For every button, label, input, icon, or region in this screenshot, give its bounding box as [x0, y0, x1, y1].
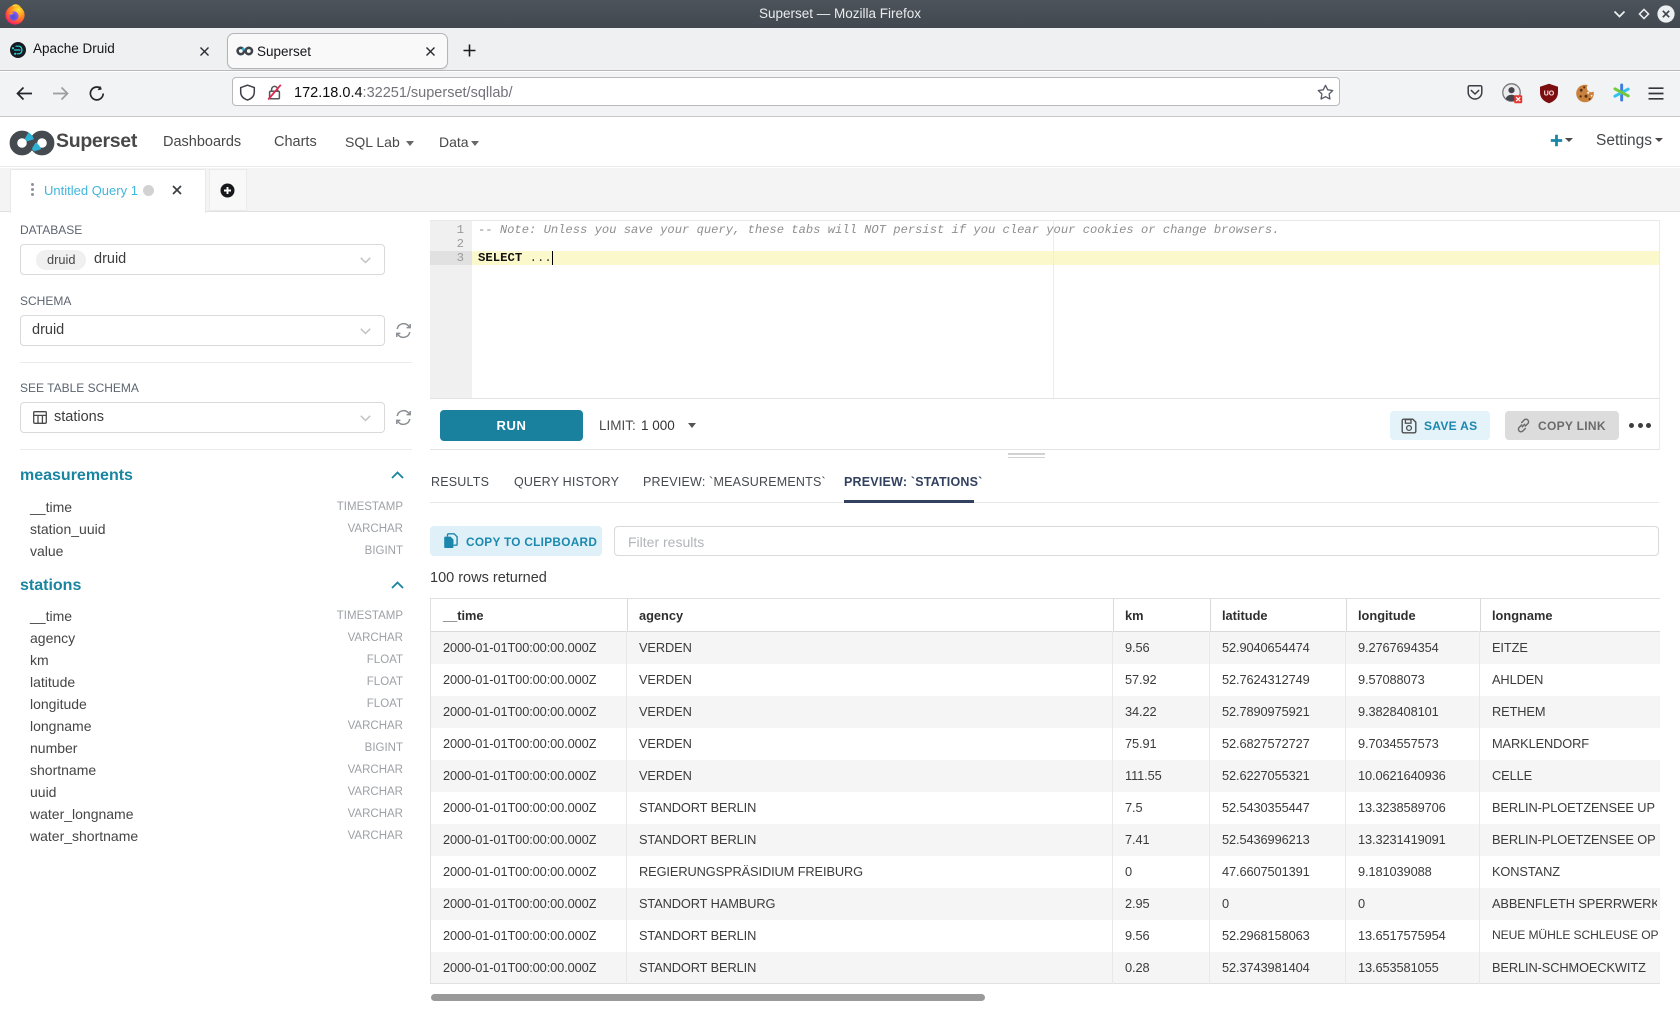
- svg-text:UO: UO: [1544, 91, 1555, 98]
